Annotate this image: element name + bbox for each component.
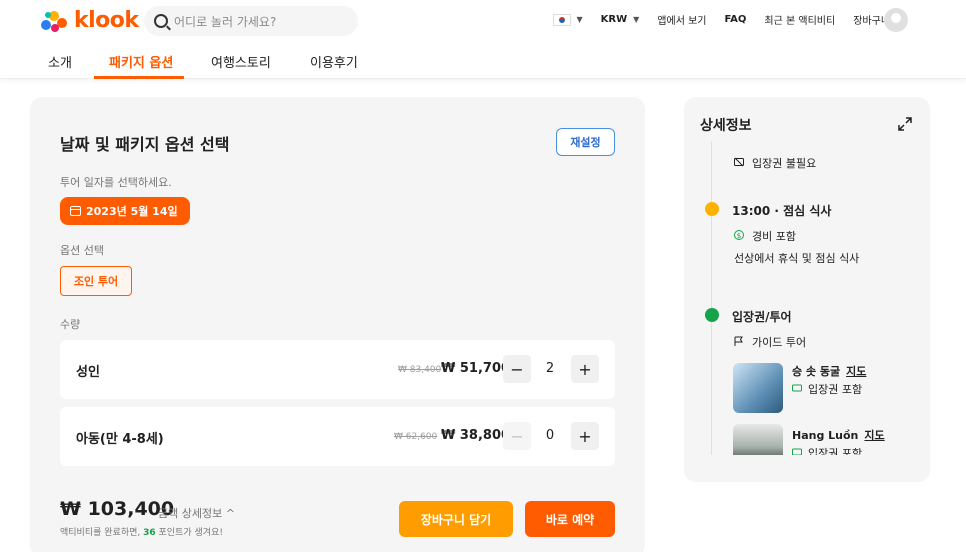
plus-button[interactable]: +: [571, 355, 599, 383]
map-link[interactable]: 지도: [864, 429, 884, 442]
search-placeholder: 어디로 놀러 가세요?: [174, 14, 277, 29]
points-value: 36: [143, 528, 156, 538]
original-price: ₩ 83,400: [398, 365, 442, 375]
cost-included: 경비 포함: [752, 230, 796, 243]
place-name: Hang Luồn 지도: [792, 427, 885, 443]
date-label: 투어 일자를 선택하세요.: [60, 176, 172, 189]
chevron-down-icon: ▼: [576, 15, 583, 24]
guide-tour: 가이드 투어: [752, 336, 807, 349]
klook-logo-icon: [41, 10, 67, 32]
points-prefix: 액티비티를 완료하면,: [60, 528, 141, 538]
total-price: ₩ 103,400: [60, 498, 175, 520]
option-join-tour[interactable]: 조인 투어: [60, 266, 132, 296]
ticket-type-name: 아동(만 4-8세): [76, 432, 164, 447]
quantity-row-child: 아동(만 4-8세) ₩ 62,600 ₩ 38,800 − 0 +: [60, 407, 615, 466]
discount-price: ₩ 51,700: [441, 361, 511, 376]
discount-price: ₩ 38,800: [441, 428, 511, 443]
quantity-row-adult: 성인 ₩ 83,400 ₩ 51,700 − 2 +: [60, 340, 615, 399]
quantity-label: 수량: [60, 318, 81, 331]
add-to-cart-button[interactable]: 장바구니 담기: [399, 501, 513, 537]
lunch-heading: 13:00 · 점심 식사: [732, 204, 832, 218]
recent-activities-link[interactable]: 최근 본 액티비티: [764, 12, 835, 27]
tab-intro[interactable]: 소개: [48, 52, 72, 71]
expand-icon[interactable]: [898, 117, 912, 131]
timeline-line: [711, 141, 712, 455]
place-thumbnail[interactable]: [733, 424, 783, 455]
quantity-value: 2: [545, 361, 555, 376]
ticket-type-name: 성인: [76, 365, 100, 380]
price-detail-toggle[interactable]: 금액 상세정보 ^: [158, 505, 235, 521]
points-suffix: 포인트가 생겨요!: [158, 528, 223, 538]
no-ticket-icon: [734, 157, 744, 167]
tab-reviews[interactable]: 이용후기: [310, 52, 358, 71]
details-panel: 상세정보 입장권 불필요 13:00 · 점심 식사 $ 경비 포함 선상에서 …: [684, 97, 930, 482]
ticket-included: 입장권 포함: [808, 447, 863, 455]
meal-icon: [705, 202, 719, 216]
tab-package-options[interactable]: 패키지 옵션: [109, 52, 173, 71]
klook-logo[interactable]: klook: [40, 8, 139, 33]
quantity-value: 0: [545, 428, 555, 443]
svg-text:$: $: [737, 232, 741, 240]
book-now-button[interactable]: 바로 예약: [525, 501, 615, 537]
details-scroll-area[interactable]: 입장권 불필요 13:00 · 점심 식사 $ 경비 포함 선상에서 휴식 및 …: [684, 141, 930, 455]
minus-button[interactable]: −: [503, 422, 531, 450]
date-value: 2023년 5월 14일: [86, 205, 178, 218]
top-header: klook 어디로 놀러 가세요? ▼ KRW ▼ 앱에서 보기 FAQ 최근 …: [0, 0, 966, 42]
currency-label: KRW: [600, 14, 628, 25]
booking-panel: 날짜 및 패키지 옵션 선택 재설정 투어 일자를 선택하세요. 2023년 5…: [30, 97, 645, 552]
ticket-icon: [792, 384, 802, 392]
active-tab-indicator: [94, 76, 184, 79]
place-thumbnail[interactable]: [733, 363, 783, 413]
place-name: 승 솟 동굴 지도: [792, 363, 866, 379]
search-icon: [154, 14, 168, 28]
ticket-not-needed: 입장권 불필요: [752, 157, 817, 170]
tab-travel-story[interactable]: 여행스토리: [211, 52, 271, 71]
ticket-tour-heading: 입장권/투어: [732, 310, 792, 324]
reset-button[interactable]: 재설정: [556, 128, 615, 156]
plus-button[interactable]: +: [571, 422, 599, 450]
ticket-included: 입장권 포함: [808, 383, 863, 396]
dollar-icon: $: [734, 230, 744, 240]
logo-text: klook: [74, 8, 139, 33]
language-selector[interactable]: ▼: [552, 13, 583, 26]
minus-button[interactable]: −: [503, 355, 531, 383]
chevron-down-icon: ▼: [633, 15, 640, 24]
points-info: 액티비티를 완료하면, 36 포인트가 생겨요!: [60, 525, 223, 538]
flag-icon: [734, 336, 743, 346]
korea-flag-icon: [552, 13, 571, 26]
place-title: 승 솟 동굴: [792, 365, 841, 378]
calendar-icon: [70, 206, 81, 216]
avatar[interactable]: [884, 8, 908, 32]
section-tabs: 소개 패키지 옵션 여행스토리 이용후기: [0, 42, 966, 79]
original-price: ₩ 62,600: [394, 432, 438, 442]
place-title: Hang Luồn: [792, 429, 859, 442]
ticket-tour-icon: [705, 308, 719, 322]
header-menu: ▼ KRW ▼ 앱에서 보기 FAQ 최근 본 액티비티 장바구니: [535, 12, 890, 27]
lunch-description: 선상에서 휴식 및 점심 식사: [734, 252, 860, 265]
app-link[interactable]: 앱에서 보기: [657, 12, 706, 27]
search-input[interactable]: 어디로 놀러 가세요?: [144, 6, 358, 36]
details-title: 상세정보: [700, 118, 752, 134]
map-link[interactable]: 지도: [846, 365, 866, 378]
booking-title: 날짜 및 패키지 옵션 선택: [60, 135, 230, 154]
faq-link[interactable]: FAQ: [724, 14, 746, 25]
option-label: 옵션 선택: [60, 244, 104, 257]
ticket-icon: [792, 448, 802, 455]
currency-selector[interactable]: KRW ▼: [601, 14, 640, 25]
date-selector[interactable]: 2023년 5월 14일: [60, 197, 190, 225]
